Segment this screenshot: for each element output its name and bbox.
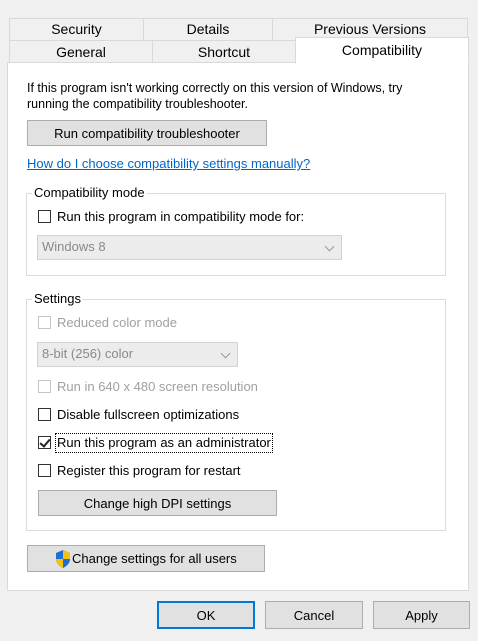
intro-line-1: If this program isn't working correctly …	[27, 81, 403, 95]
intro-line-2: running the compatibility troubleshooter…	[27, 97, 248, 111]
compat-mode-checkbox-label: Run this program in compatibility mode f…	[57, 209, 305, 224]
ok-button[interactable]: OK	[157, 601, 255, 629]
uac-shield-icon	[56, 550, 70, 568]
ok-label: OK	[196, 607, 216, 623]
chevron-down-icon	[324, 241, 335, 252]
cancel-label: Cancel	[293, 607, 335, 623]
color-mode-value: 8-bit (256) color	[42, 346, 134, 361]
change-all-users-button[interactable]: Change settings for all users	[27, 545, 265, 572]
apply-button[interactable]: Apply	[373, 601, 470, 629]
run-as-admin-checkbox[interactable]	[38, 436, 51, 449]
reduced-color-checkbox[interactable]	[38, 316, 51, 329]
help-link[interactable]: How do I choose compatibility settings m…	[27, 156, 310, 172]
run-troubleshooter-button[interactable]: Run compatibility troubleshooter	[27, 120, 267, 146]
fullscreen-opt-checkbox[interactable]	[38, 408, 51, 421]
register-restart-label: Register this program for restart	[57, 463, 241, 478]
settings-label: Settings	[32, 291, 83, 307]
change-dpi-button[interactable]: Change high DPI settings	[38, 490, 277, 516]
register-restart-checkbox[interactable]	[38, 464, 51, 477]
fullscreen-opt-label: Disable fullscreen optimizations	[57, 407, 240, 422]
run-troubleshooter-label: Run compatibility troubleshooter	[54, 125, 240, 141]
reduced-color-label: Reduced color mode	[57, 315, 177, 330]
change-all-users-label: Change settings for all users	[72, 551, 237, 566]
color-mode-select[interactable]: 8-bit (256) color	[37, 342, 238, 367]
res-640-label: Run in 640 x 480 screen resolution	[57, 379, 258, 394]
run-as-admin-label: Run this program as an administrator	[55, 433, 273, 453]
os-version-select[interactable]: Windows 8	[37, 235, 342, 260]
os-version-value: Windows 8	[42, 239, 106, 254]
compat-mode-checkbox[interactable]	[38, 210, 51, 223]
change-dpi-label: Change high DPI settings	[83, 495, 232, 511]
apply-label: Apply	[405, 607, 438, 623]
res-640-checkbox[interactable]	[38, 380, 51, 393]
chevron-down-icon	[220, 348, 231, 359]
compatibility-mode-label: Compatibility mode	[32, 185, 147, 201]
cancel-button[interactable]: Cancel	[265, 601, 363, 629]
